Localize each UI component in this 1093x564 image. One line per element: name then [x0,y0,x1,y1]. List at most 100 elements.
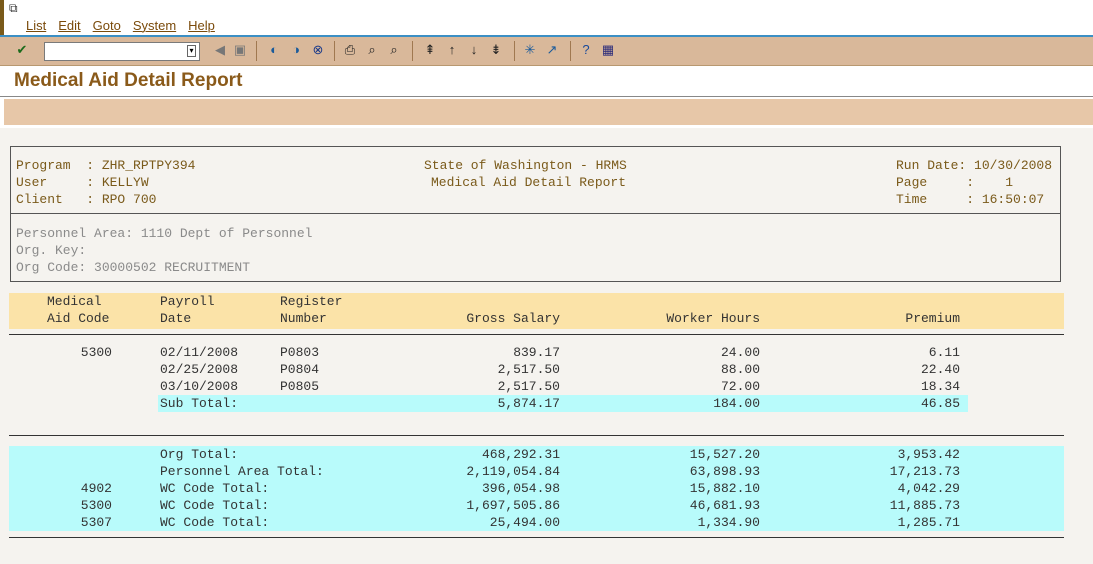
col-premium: Premium [905,311,960,326]
save-icon[interactable]: ▣ [232,42,248,58]
table-cell-gross: 2,517.50 [497,362,560,377]
create-session-icon[interactable]: ✳ [522,42,538,58]
total-gross: 25,494.00 [489,515,560,530]
last-page-icon[interactable]: ⇟ [488,42,504,58]
total-hours: 46,681.93 [689,498,760,513]
totals-rule [9,435,1064,436]
toolbar-separator [570,41,571,61]
table-cell-gross: 839.17 [513,345,560,360]
standard-toolbar: ✔ ▾ ◀ ▣ ◐ ◑ ⊗ ⎙ ⌕ ⌕ ⇞ ↑ ↓ ⇟ ✳ ↗ ? ▦ [0,37,1093,66]
subtotal-label: Sub Total: [160,396,239,411]
table-cell-gross: 2,517.50 [497,379,560,394]
table-cell-premium: 22.40 [920,362,960,377]
total-wc-code: 4902 [80,481,112,496]
application-toolbar [4,99,1093,125]
col-number: Number [280,311,327,326]
menu-bar: List Edit Goto System Help [26,18,227,34]
enter-icon[interactable]: ✔ [14,42,30,58]
table-cell-premium: 18.34 [920,379,960,394]
menu-edit[interactable]: Edit [58,18,80,34]
table-cell-hours: 88.00 [720,362,760,377]
back-arrow-icon[interactable]: ◀ [212,42,228,58]
find-next-icon[interactable]: ⌕ [386,42,402,58]
org-key: Org. Key: [16,243,87,258]
menu-system[interactable]: System [133,18,176,34]
program-line: Program : ZHR_RPTPY394 [16,158,196,173]
toolbar-separator [412,41,413,61]
menu-list[interactable]: List [26,18,46,34]
table-cell-premium: 6.11 [928,345,960,360]
first-page-icon[interactable]: ⇞ [422,42,438,58]
subtotal-premium: 46.85 [920,396,960,411]
total-premium: 11,885.73 [889,498,960,513]
total-label: Org Total: [160,447,239,462]
col-aid-code: Aid Code [47,311,110,326]
col-date: Date [160,311,192,326]
table-cell-date: 02/25/2008 [160,362,239,377]
user-line: User : KELLYW [16,175,149,190]
toolbar-separator [256,41,257,61]
subtotal-hours: 184.00 [713,396,760,411]
back-icon[interactable]: ◐ [266,42,282,58]
run-time: Time : 16:50:07 [896,192,1045,207]
total-hours: 1,334.90 [697,515,760,530]
header-rule [9,334,1064,335]
total-gross: 2,119,054.84 [466,464,560,479]
subtotal-gross: 5,874.17 [497,396,560,411]
exit-icon[interactable]: ◑ [288,42,304,58]
system-menu-icon[interactable]: ⧉ [9,2,23,14]
total-label: WC Code Total: [160,515,270,530]
total-label: WC Code Total: [160,498,270,513]
menu-goto[interactable]: Goto [93,18,121,34]
end-rule [9,537,1064,538]
next-page-icon[interactable]: ↓ [466,42,482,58]
total-hours: 15,527.20 [689,447,760,462]
table-cell-hours: 72.00 [720,379,760,394]
table-cell-date: 03/10/2008 [160,379,239,394]
table-cell-date: 02/11/2008 [160,345,239,360]
total-hours: 15,882.10 [689,481,760,496]
table-cell-hours: 24.00 [720,345,760,360]
table-cell-register: P0804 [280,362,320,377]
total-gross: 396,054.98 [481,481,560,496]
cancel-icon[interactable]: ⊗ [310,42,326,58]
find-icon[interactable]: ⌕ [364,42,380,58]
shortcut-icon[interactable]: ↗ [544,42,560,58]
title-bar: ⧉ List Edit Goto System Help [0,0,1093,36]
total-label: Personnel Area Total: [160,464,324,479]
total-premium: 3,953.42 [897,447,960,462]
toolbar-separator [334,41,335,61]
total-premium: 17,213.73 [889,464,960,479]
report-name: Medical Aid Detail Report [431,175,627,190]
command-field[interactable]: ▾ [44,42,200,61]
title-divider [0,96,1093,97]
menu-help[interactable]: Help [188,18,215,34]
print-icon[interactable]: ⎙ [342,42,358,58]
col-register: Register [280,294,343,309]
previous-page-icon[interactable]: ↑ [444,42,460,58]
org-code: Org Code: 30000502 RECRUITMENT [16,260,251,275]
toolbar-separator [514,41,515,61]
col-worker-hours: Worker Hours [666,311,760,326]
page-title: Medical Aid Detail Report [14,70,243,91]
total-hours: 63,898.93 [689,464,760,479]
report-org-title: State of Washington - HRMS [424,158,627,173]
table-cell-register: P0803 [280,345,320,360]
total-premium: 4,042.29 [897,481,960,496]
command-dropdown-icon[interactable]: ▾ [187,45,196,57]
client-line: Client : RPO 700 [16,192,157,207]
window-edge [0,0,4,36]
col-medical: Medical [47,294,102,309]
layout-menu-icon[interactable]: ▦ [600,42,616,58]
col-gross-salary: Gross Salary [466,311,560,326]
run-date: Run Date: 10/30/2008 [896,158,1053,173]
col-payroll: Payroll [160,294,215,309]
total-gross: 468,292.31 [481,447,560,462]
total-wc-code: 5300 [80,498,112,513]
help-icon[interactable]: ? [578,42,594,58]
total-premium: 1,285.71 [897,515,960,530]
total-gross: 1,697,505.86 [466,498,560,513]
table-cell-register: P0805 [280,379,320,394]
detail-aid-code: 5300 [80,345,112,360]
report-list: Program : ZHR_RPTPY394 User : KELLYW Cli… [0,128,1093,564]
